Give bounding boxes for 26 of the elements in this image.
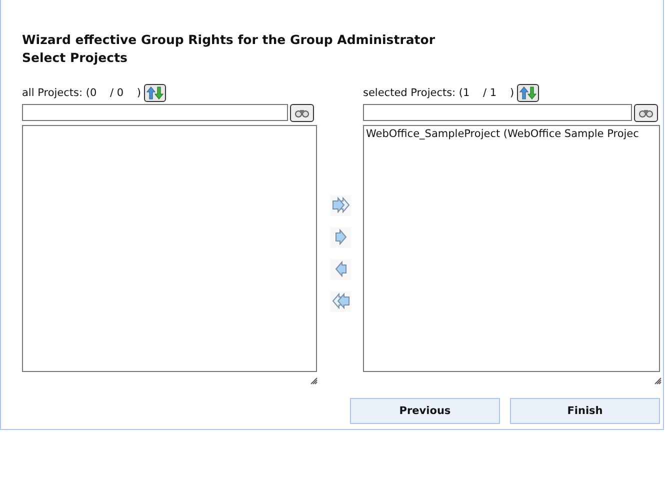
finish-button[interactable]: Finish bbox=[510, 398, 660, 424]
sort-arrows-icon bbox=[519, 86, 538, 100]
step-title: Select Projects bbox=[22, 49, 128, 67]
sort-button[interactable] bbox=[517, 84, 540, 102]
filter-field[interactable] bbox=[22, 104, 288, 121]
list-label: selected Projects: (1 / 1 ) bbox=[363, 87, 514, 99]
move-left-button[interactable] bbox=[330, 258, 351, 280]
double-arrow-icon bbox=[330, 293, 350, 309]
list-item[interactable]: WebOffice_SampleProject (WebOffice Sample Projec bbox=[364, 126, 659, 142]
binoculars-icon bbox=[638, 108, 654, 118]
search-button[interactable] bbox=[290, 104, 314, 122]
sort-button[interactable] bbox=[144, 84, 166, 102]
move-right-button[interactable] bbox=[330, 226, 351, 248]
previous-button[interactable]: Previous bbox=[350, 398, 500, 424]
filter-field[interactable] bbox=[363, 104, 632, 121]
resize-grip-icon[interactable] bbox=[654, 377, 662, 385]
move-all-left-button[interactable] bbox=[330, 290, 351, 312]
wizard-title: Wizard effective Group Rights for the Group Administrator bbox=[22, 31, 436, 49]
resize-grip-icon[interactable] bbox=[310, 377, 318, 385]
move-all-right-button[interactable] bbox=[330, 194, 351, 216]
double-arrow-icon bbox=[330, 197, 350, 213]
sort-arrows-icon bbox=[146, 86, 164, 100]
list-label: all Projects: (0 / 0 ) bbox=[22, 87, 142, 99]
binoculars-icon bbox=[294, 108, 310, 118]
search-button[interactable] bbox=[634, 104, 658, 122]
project-list[interactable]: WebOffice_SampleProject (WebOffice Sample Projec bbox=[363, 125, 660, 372]
